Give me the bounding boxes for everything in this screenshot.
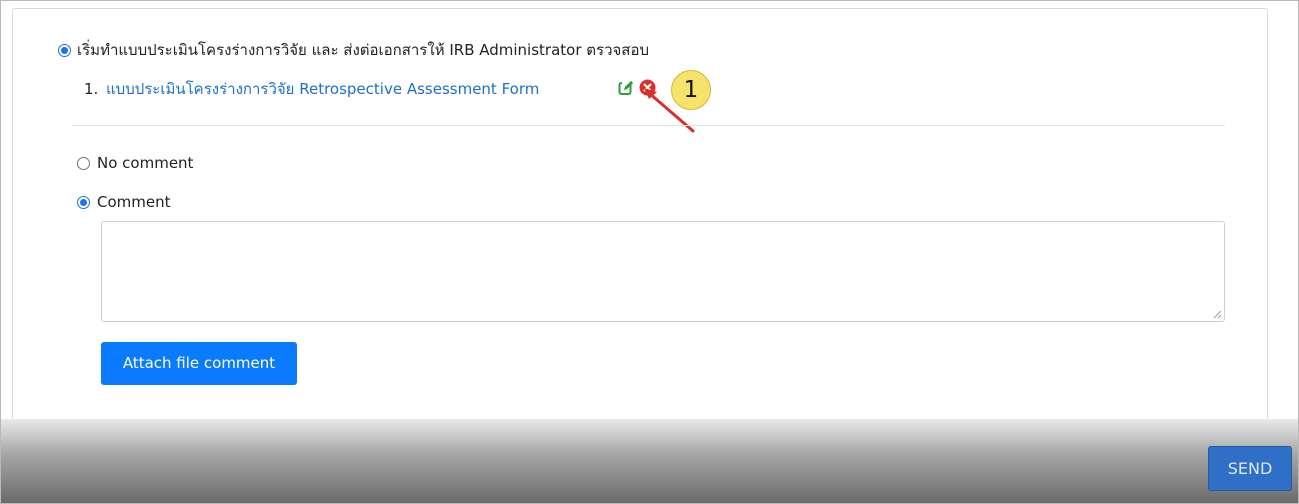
no-comment-radio[interactable] bbox=[77, 157, 90, 170]
no-comment-label: No comment bbox=[97, 154, 194, 172]
callout-badge: 1 bbox=[671, 70, 711, 110]
assessment-form-link[interactable]: แบบประเมินโครงร่างการวิจัย Retrospective… bbox=[106, 80, 539, 98]
start-assessment-label: เริ่มทำแบบประเมินโครงร่างการวิจัย และ ส่… bbox=[77, 41, 649, 59]
comment-textarea[interactable] bbox=[101, 221, 1225, 322]
app-frame: เริ่มทำแบบประเมินโครงร่างการวิจัย และ ส่… bbox=[0, 0, 1299, 504]
form-number: 1. bbox=[84, 80, 99, 98]
comment-radio[interactable] bbox=[77, 196, 90, 209]
footer-bar bbox=[1, 419, 1298, 503]
attach-file-comment-button[interactable]: Attach file comment bbox=[101, 342, 297, 385]
divider bbox=[72, 125, 1225, 126]
start-assessment-radio[interactable] bbox=[58, 44, 71, 57]
comment-label: Comment bbox=[97, 193, 171, 211]
resize-handle-icon[interactable] bbox=[1213, 310, 1222, 319]
send-button[interactable]: SEND bbox=[1208, 446, 1292, 491]
edit-icon[interactable] bbox=[618, 80, 634, 96]
